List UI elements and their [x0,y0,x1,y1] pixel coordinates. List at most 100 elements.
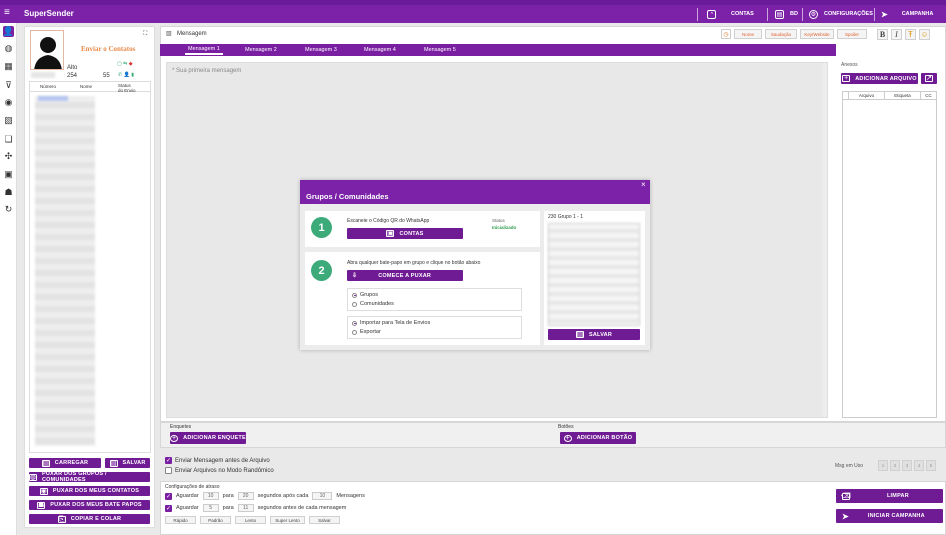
option-random[interactable]: Enviar Arquivos no Modo Randômico [165,467,274,474]
expand-icon[interactable]: ⛶ [143,31,147,38]
col-etiqueta[interactable]: Etiqueta [885,92,921,99]
modal-title: Grupos / Comunidades [306,192,389,201]
delay-2-min-input[interactable]: 5 [202,504,219,512]
delay-presets: Rápido Padrão Lento Super Lento Salvar [165,516,340,524]
modal-contas-button[interactable]: ▣ CONTAS [347,228,463,239]
preset-lento[interactable]: Lento [235,516,266,524]
comece-a-puxar-button[interactable]: ⇩ COMECE A PUXAR [347,270,463,281]
tab-mensagem-3[interactable]: Mensagem 3 [305,45,337,55]
user-icon[interactable]: 👤 [3,26,14,37]
delay-1-count-input[interactable]: 10 [312,492,333,500]
format-toolbar: ◷ Nome Saudação Key/Website Spoiler B I … [721,28,930,40]
tab-mensagem-2[interactable]: Mensagem 2 [245,45,277,55]
calendar-icon[interactable]: ▦ [3,61,14,72]
modal-close-icon[interactable]: × [641,180,646,189]
contacts-panel: ⛶ Enviar o Contatos ▢ ⇆ ◆ Alto 254 55 ✆ … [24,26,155,528]
header-bd-button[interactable]: ▤ BD [775,8,798,20]
anexos-share-button[interactable]: ↗ [921,73,937,84]
italic-icon[interactable]: I [891,28,902,40]
msg-page-2[interactable]: 2 [890,460,900,471]
network-icon[interactable]: ✣ [3,151,14,162]
msg-page-1[interactable]: 1 [878,460,888,471]
add-button-icon: + [563,434,572,442]
app-title: SuperSender [24,9,74,18]
contacts-action-icons[interactable]: ✆ 👤 ▮ [118,72,134,78]
emoji-icon[interactable]: ☺ [919,28,930,40]
adicionar-enquete-button[interactable]: + ADICIONAR ENQUETE [170,432,246,444]
iniciar-campanha-button[interactable]: ➤ INICIAR CAMPANHA [836,509,943,523]
puxar-contatos-button[interactable]: ◉ PUXAR DOS MEUS CONTATOS [29,486,150,496]
delay-row-1-checkbox[interactable]: ✓ [165,492,172,500]
delay-1-max-input[interactable]: 20 [237,492,254,500]
tool-spoiler[interactable]: Spoiler [837,29,867,39]
radio-importar[interactable]: Importar para Tela de Envios [352,320,430,326]
contact-card-icon[interactable]: ☗ [3,187,14,198]
monitor-icon[interactable]: ▣ [3,169,14,180]
tab-mensagem-4[interactable]: Mensagem 4 [364,45,396,55]
puxar-grupos-button[interactable]: ◍ PUXAR DOS GRUPOS / COMUNIDADES [29,471,150,483]
alto-label: Alto [67,65,78,71]
tool-nome[interactable]: Nome [734,29,762,39]
menu-icon[interactable]: ≡ [4,8,10,18]
contacts-tool-icons[interactable]: ▢ ⇆ ◆ [117,61,133,67]
preset-salvar[interactable]: Salvar [309,516,340,524]
preset-rapido[interactable]: Rápido [165,516,196,524]
refresh-icon[interactable]: ↻ [3,204,14,215]
option-send-before[interactable]: ✓ Enviar Mensagem antes de Arquivo [165,457,270,464]
puxar-bate-papos-button[interactable]: ☗ PUXAR DOS MEUS BATE PAPOS [29,500,150,510]
botoes-title: Botões [558,424,574,430]
copiar-colar-button[interactable]: ⎘ COPIAR E COLAR [29,514,150,524]
col-status[interactable]: Status do Envio [106,82,136,93]
send-before-checkbox[interactable]: ✓ [165,457,172,464]
col-cc[interactable]: CC [921,92,936,99]
radio-exportar[interactable]: Exportar [352,329,381,335]
tab-mensagem-1[interactable]: Mensagem 1 [185,45,223,55]
whatsapp-chat-icon[interactable]: ◉ [3,97,14,108]
delay-2-max-input[interactable]: 11 [237,504,254,512]
msg-em-uso-label: Msg em Uso [835,463,864,469]
preset-padrao[interactable]: Padrão [200,516,231,524]
qr-icon: ▣ [386,230,395,237]
step-2-text: Abra qualquer bate-papo em grupo e cliqu… [347,260,481,266]
random-checkbox[interactable] [165,467,172,474]
col-nome[interactable]: Nome [68,82,106,91]
contact-count: 254 [67,73,78,79]
header-contas-button[interactable]: ◔ CONTAS [707,8,754,20]
strikethrough-icon[interactable]: Ŧ [905,28,916,40]
delay-row-2-checkbox[interactable]: ✓ [165,504,172,512]
salvar-contacts-button[interactable]: ▤ SALVAR [105,458,150,468]
share-icon: ↗ [925,75,933,82]
clock-icon[interactable]: ◷ [721,29,731,39]
image-icon[interactable]: ▧ [3,115,14,126]
modal-salvar-button[interactable]: ▤ SALVAR [548,329,640,340]
tab-mensagem-5[interactable]: Mensagem 5 [424,45,456,55]
status-label: Status [492,218,505,223]
adicionar-arquivo-button[interactable]: + ADICIONAR ARQUIVO [841,73,918,84]
col-arquivo[interactable]: Arquivo [849,92,885,99]
scrollbar[interactable] [822,63,827,417]
filter-icon[interactable]: ⊽ [3,80,14,91]
paste-icon: ⎘ [57,515,66,523]
groups-list[interactable] [548,223,640,326]
limpar-button[interactable]: ⌫ LIMPAR [836,489,943,503]
tool-saudacao[interactable]: Saudação [765,29,797,39]
header-config-button[interactable]: ⚙ CONFIGURAÇÕES [809,8,873,20]
contact-count-2: 55 [103,73,110,79]
radio-grupos[interactable]: Grupos [352,292,378,298]
preset-super-lento[interactable]: Super Lento [270,516,305,524]
adicionar-botao-button[interactable]: + ADICIONAR BOTÃO [560,432,636,444]
radio-comunidades[interactable]: Comunidades [352,301,394,307]
bold-icon[interactable]: B [877,28,888,40]
msg-page-5[interactable]: 5 [926,460,936,471]
groups-icon[interactable]: ◍ [3,43,14,54]
col-numero[interactable]: Número [30,82,68,91]
chat-bubbles-icon[interactable]: ❏ [3,134,14,145]
carregar-button[interactable]: ▤ CARREGAR [29,458,101,468]
tool-website[interactable]: Key/Website [800,29,834,39]
anexos-table: Arquivo Etiqueta CC [842,91,937,418]
msg-page-4[interactable]: 4 [914,460,924,471]
delay-1-min-input[interactable]: 10 [202,492,219,500]
send-campaign-icon: ➤ [842,511,849,521]
msg-page-3[interactable]: 3 [902,460,912,471]
header-campanha-button[interactable]: ➤ CAMPANHA [881,8,933,20]
